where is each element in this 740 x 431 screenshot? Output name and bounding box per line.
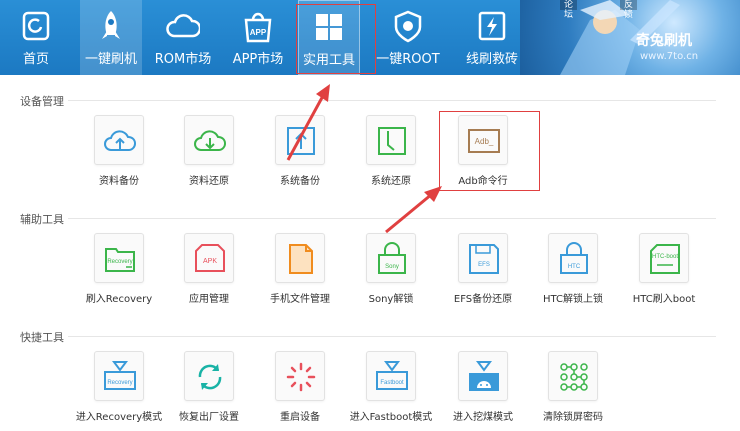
tool-enter-download-mode[interactable]: 进入挖煤模式 (438, 351, 528, 423)
tool-label: 刷入Recovery (85, 294, 153, 305)
highlight-box-adb (439, 111, 540, 191)
tool-label: 系统备份 (280, 176, 320, 187)
tool-label: 进入Fastboot模式 (349, 412, 433, 423)
tool-phone-file-manager[interactable]: 手机文件管理 (255, 233, 345, 305)
app-bag-icon: APP (244, 12, 272, 43)
tool-htc-flash-boot[interactable]: HTC-boot HTC刷入boot (619, 233, 709, 305)
htc-boot-icon: HTC-boot (639, 233, 689, 283)
cloud-icon (166, 14, 200, 38)
section-divider (68, 100, 716, 101)
home-icon (22, 11, 50, 41)
cloud-upload-icon (94, 115, 144, 165)
tool-efs-backup-restore[interactable]: EFS EFS备份还原 (438, 233, 528, 305)
tool-factory-reset[interactable]: 恢复出厂设置 (164, 351, 254, 423)
tool-sony-unlock[interactable]: Sony Sony解锁 (346, 233, 436, 305)
sony-lock-icon: Sony (366, 233, 416, 283)
nav-line-flash-rescue[interactable]: 线刷救砖 (462, 0, 522, 75)
nav-label: 首页 (22, 52, 49, 67)
nav-label: 线刷救砖 (465, 52, 518, 67)
svg-text:Recovery: Recovery (107, 380, 132, 386)
nav-one-click-flash[interactable]: 一键刷机 (80, 0, 142, 75)
tool-label: Sony解锁 (368, 294, 414, 305)
tool-label: 资料备份 (99, 176, 139, 187)
rocket-icon (102, 11, 120, 39)
fastboot-icon: Fastboot (366, 351, 416, 401)
tool-reboot-device[interactable]: 重启设备 (255, 351, 345, 423)
tool-label: HTC解锁上锁 (542, 294, 604, 305)
tool-system-restore[interactable]: 系统还原 (346, 115, 436, 187)
brand-url: www.7to.cn (640, 51, 699, 62)
section-title-auxiliary-tools: 辅助工具 (20, 213, 64, 226)
annotation-arrow-adb (385, 186, 442, 234)
tool-enter-fastboot[interactable]: Fastboot 进入Fastboot模式 (346, 351, 436, 423)
enter-recovery-icon: Recovery (94, 351, 144, 401)
flash-icon (478, 11, 506, 41)
tool-flash-recovery[interactable]: Recovery 刷入Recovery (74, 233, 164, 305)
tool-data-backup[interactable]: 资料备份 (74, 115, 164, 187)
tool-label: 手机文件管理 (270, 294, 330, 305)
recovery-folder-icon: Recovery (94, 233, 144, 283)
android-download-icon (458, 351, 508, 401)
factory-reset-icon (184, 351, 234, 401)
svg-text:HTC: HTC (568, 264, 581, 270)
nav-app-market[interactable]: APP APP市场 (226, 0, 290, 75)
tool-label: 应用管理 (189, 294, 229, 305)
tool-label: HTC刷入boot (632, 294, 696, 305)
nav-home[interactable]: 首页 (8, 0, 64, 75)
nav-one-click-root[interactable]: 一键ROOT (374, 0, 442, 75)
htc-lock-icon: HTC (548, 233, 598, 283)
svg-text:APP: APP (250, 28, 267, 37)
system-restore-icon (366, 115, 416, 165)
annotation-arrow-utilities (286, 84, 330, 161)
tool-label: 重启设备 (280, 412, 320, 423)
pattern-lock-icon (548, 351, 598, 401)
tool-label: 恢复出厂设置 (179, 412, 239, 423)
svg-text:HTC-boot: HTC-boot (652, 254, 678, 260)
tool-label: 进入挖煤模式 (453, 412, 513, 423)
tool-label: 资料还原 (189, 176, 229, 187)
nav-label: 一键ROOT (376, 52, 440, 67)
tool-app-management[interactable]: APK 应用管理 (164, 233, 254, 305)
tool-htc-lock-unlock[interactable]: HTC HTC解锁上锁 (528, 233, 618, 305)
cloud-download-icon (184, 115, 234, 165)
reboot-icon (275, 351, 325, 401)
section-title-device-management: 设备管理 (20, 95, 64, 108)
tool-data-restore[interactable]: 资料还原 (164, 115, 254, 187)
svg-text:Fastboot: Fastboot (380, 380, 404, 386)
svg-text:EFS: EFS (478, 262, 490, 268)
root-icon (394, 10, 422, 43)
nav-label: 一键刷机 (84, 52, 137, 67)
tool-label: EFS备份还原 (453, 294, 513, 305)
file-icon (275, 233, 325, 283)
apk-icon: APK (184, 233, 234, 283)
section-title-quick-tools: 快捷工具 (20, 331, 64, 344)
feedback-tab[interactable]: 反馈 (620, 0, 638, 20)
nav-rom-market[interactable]: ROM市场 (150, 0, 216, 75)
forum-tab[interactable]: 论坛 (560, 0, 578, 20)
svg-text:Recovery: Recovery (107, 259, 132, 265)
nav-label: ROM市场 (154, 52, 212, 67)
tool-label: 进入Recovery模式 (75, 412, 163, 423)
svg-text:Sony: Sony (385, 264, 399, 270)
tool-clear-lock-password[interactable]: 清除锁屏密码 (528, 351, 618, 423)
efs-icon: EFS (458, 233, 508, 283)
section-divider (68, 336, 716, 337)
brand-name: 奇兔刷机 (636, 33, 692, 49)
tool-enter-recovery[interactable]: Recovery 进入Recovery模式 (74, 351, 164, 423)
svg-text:APK: APK (203, 258, 217, 265)
tool-label: 清除锁屏密码 (543, 412, 603, 423)
nav-label: APP市场 (232, 52, 284, 67)
highlight-box-utilities (296, 4, 376, 74)
